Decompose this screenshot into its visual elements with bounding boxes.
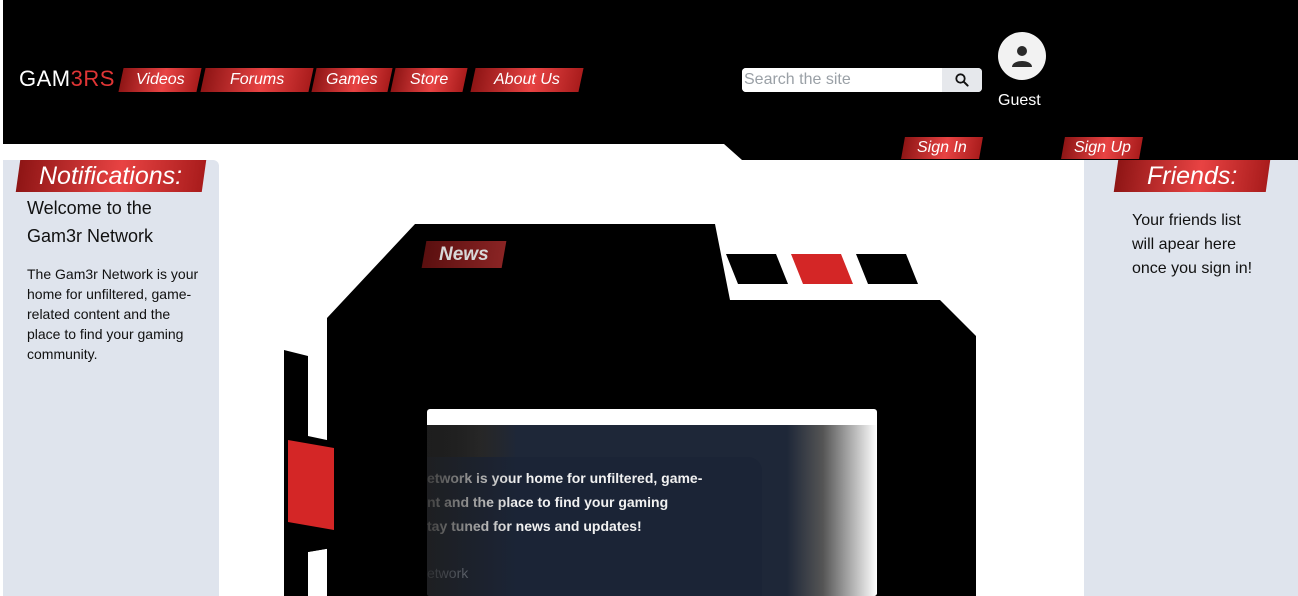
news-screen: etwork is your home for unfiltered, game… <box>427 409 877 596</box>
frame-stripe-1 <box>726 254 788 284</box>
news-tag: News <box>421 241 507 268</box>
frame-stripe-2 <box>791 254 853 284</box>
news-fade-overlay <box>427 425 517 596</box>
frame-red-accent-left <box>288 440 334 530</box>
frame-stripe-3 <box>856 254 918 284</box>
